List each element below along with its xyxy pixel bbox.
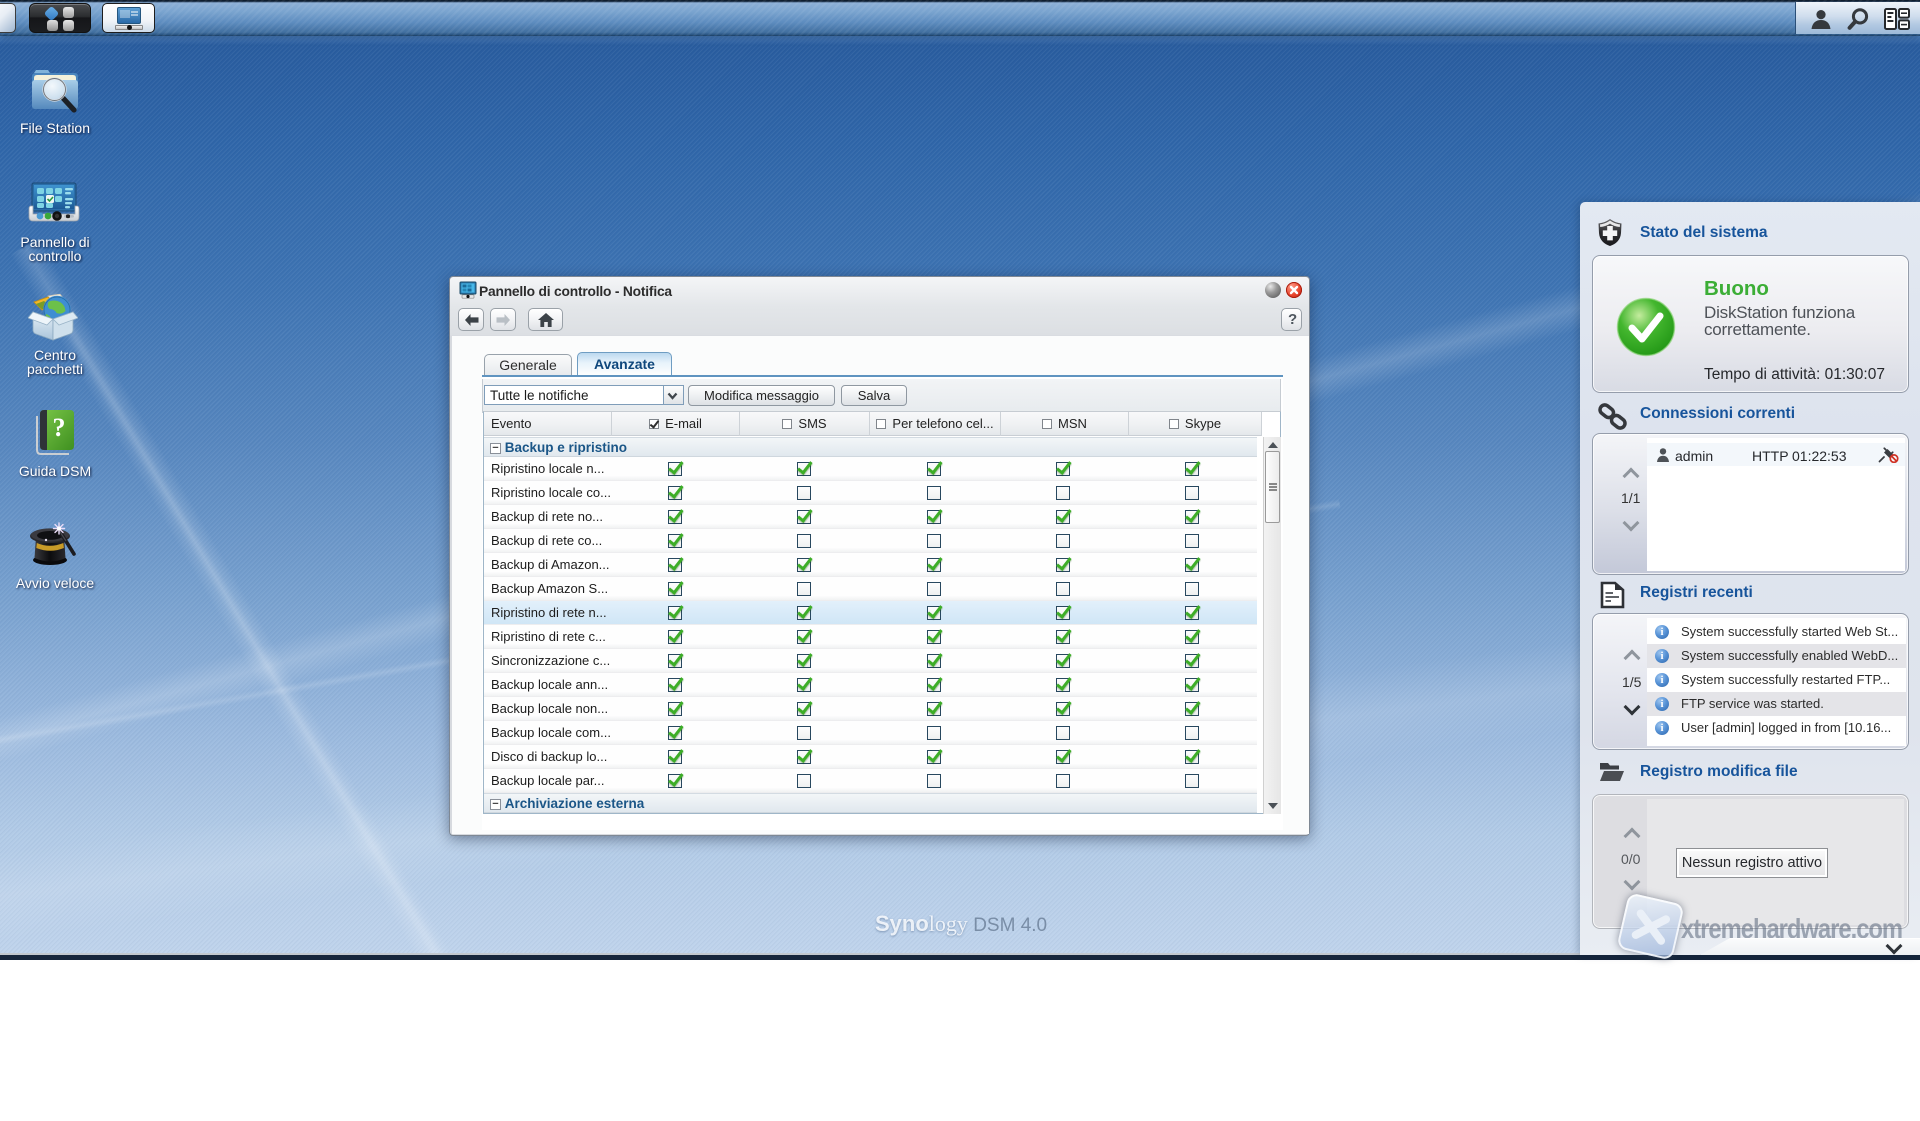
- svg-text:?: ?: [53, 413, 66, 442]
